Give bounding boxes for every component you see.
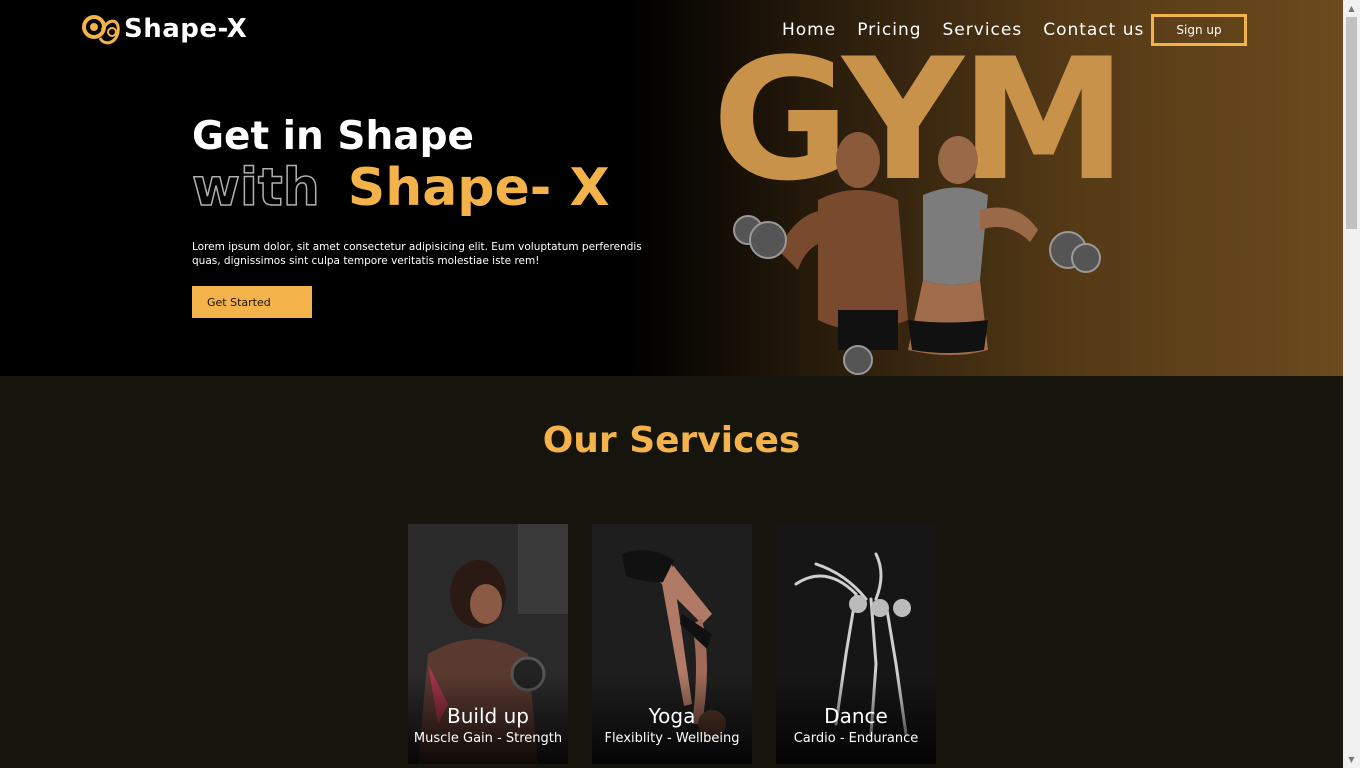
scrollbar-thumb[interactable] [1346,17,1357,229]
scroll-down-icon[interactable]: ▼ [1343,751,1360,768]
service-card-build-up[interactable]: Build up Muscle Gain - Strength [408,524,568,764]
card-title: Build up [447,704,529,728]
get-started-button[interactable]: Get Started [192,286,312,318]
hero-with-text: with [191,157,320,219]
card-subtitle: Cardio - Endurance [793,731,919,746]
brand-logo[interactable]: Shape-X [82,10,247,48]
dumbbell-logo-icon [82,15,120,45]
athletes-image [733,132,1101,375]
card-title: Yoga [648,704,696,728]
card-subtitle: Muscle Gain - Strength [413,731,563,746]
hero-brand-text: Shape- X [347,158,610,218]
brand-name: Shape-X [124,14,248,44]
service-card-dance[interactable]: Dance Cardio - Endurance [776,524,936,764]
card-subtitle: Flexiblity - Wellbeing [604,731,740,746]
service-card-yoga[interactable]: Yoga Flexiblity - Wellbeing [592,524,752,764]
signup-button[interactable]: Sign up [1151,14,1247,46]
scroll-up-icon[interactable]: ▲ [1343,0,1360,17]
hero-title: Get in Shape [192,114,474,159]
hero-section: Shape-X Home Pricing Services Contact us… [0,0,1343,376]
hero-subtitle: with Shape- X [191,157,610,219]
services-title: Our Services [542,420,801,461]
hero-description: Lorem ipsum dolor, sit amet consectetur … [192,241,642,267]
page-scrollbar[interactable]: ▲ ▼ [1343,0,1360,768]
card-title: Dance [824,704,888,728]
